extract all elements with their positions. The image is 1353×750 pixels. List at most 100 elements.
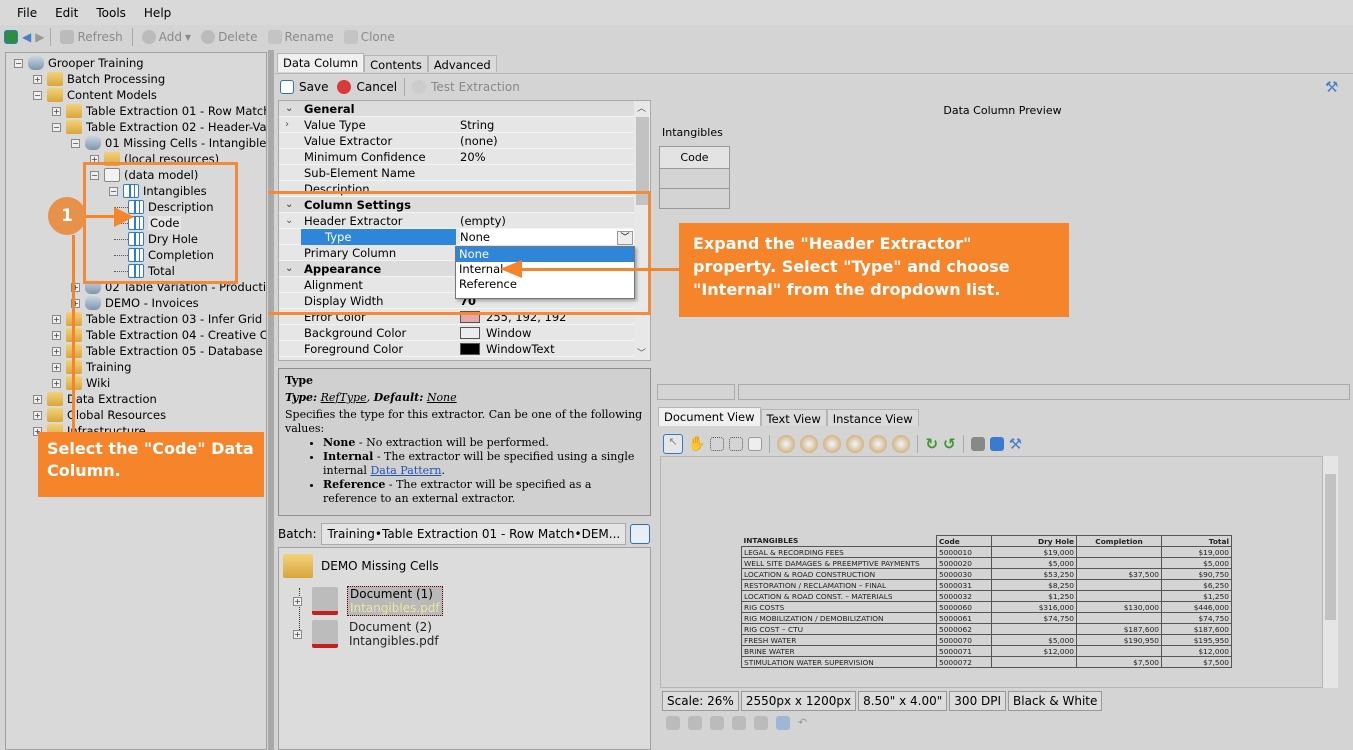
page-size-status: 8.50" x 4.00" [858,691,948,711]
batch-folder[interactable]: DEMO Missing Cells [283,554,439,578]
tab-advanced[interactable]: Advanced [427,55,497,72]
tree-node[interactable]: + Wiki [52,375,110,391]
property-row[interactable]: › Value Type String [279,117,634,133]
expand-caret-icon[interactable]: › [285,119,289,130]
property-value[interactable]: (none) [460,133,635,149]
menu-edit[interactable]: Edit [55,6,78,20]
tab-text-view[interactable]: Text View [760,409,827,426]
save-image-icon[interactable] [989,437,1004,451]
property-value[interactable]: 20% [460,149,635,165]
expand-icon[interactable]: + [33,394,42,404]
clone-button[interactable]: Clone [341,30,398,44]
tree-node[interactable]: + Training [52,359,131,375]
menu-file[interactable]: File [17,6,37,20]
fit-width-icon[interactable] [869,435,888,453]
menu-tools[interactable]: Tools [96,6,126,20]
tree-node[interactable]: + DEMO - Invoices [71,295,199,311]
back-icon[interactable]: ◀ [22,30,31,44]
expand-icon[interactable]: + [52,106,61,116]
image-tool-4-icon[interactable] [732,716,746,730]
data-pattern-link[interactable]: Data Pattern [370,464,441,477]
print-icon[interactable] [970,437,985,451]
tab-instance-view[interactable]: Instance View [826,409,919,426]
tree-node[interactable]: − Content Models [33,87,157,103]
reftype-link[interactable]: RefType [321,391,367,404]
test-extraction-button[interactable]: Test Extraction [431,80,520,94]
property-category[interactable]: ⌄ General [279,101,634,117]
tree-node[interactable]: + Global Resources [33,407,166,423]
property-value[interactable]: String [460,117,635,133]
expand-icon[interactable]: + [33,410,42,420]
zoom-page-icon[interactable] [748,437,763,451]
pan-icon[interactable]: ✋ [688,436,705,452]
tab-contents[interactable]: Contents [364,55,428,72]
rotate-right-icon[interactable]: ↻ [925,435,938,453]
collapse-icon[interactable]: − [14,58,23,68]
expand-icon[interactable]: + [52,378,61,388]
document-table-row: RIG COST – CTU 5000062 $187,600 $187,600 [741,623,1232,635]
tree-node[interactable]: + Batch Processing [33,71,165,87]
tree-node[interactable]: + Data Extraction [33,391,157,407]
image-tool-3-icon[interactable] [710,716,724,730]
tools-icon[interactable]: ⚒ [1325,78,1338,96]
navigate-icon[interactable] [4,30,18,44]
fit-page-icon[interactable] [846,435,865,453]
collapse-icon[interactable]: − [71,138,80,148]
zoom-in-icon[interactable] [777,435,796,453]
image-tool-2-icon[interactable] [688,716,702,730]
tab-document-view[interactable]: Document View [658,407,761,426]
default-link[interactable]: None [427,391,457,404]
tree-node-label: Table Extraction 05 - Database Export [86,344,266,358]
undo-icon[interactable]: ↶ [798,716,807,730]
expand-icon[interactable]: + [52,314,61,324]
property-value[interactable]: Window [460,325,635,341]
property-row[interactable]: Sub-Element Name [279,165,634,181]
zoom-out-icon[interactable] [800,435,819,453]
property-row[interactable]: Minimum Confidence 20% [279,149,634,165]
collapse-icon[interactable]: − [52,122,61,132]
tab-data-column[interactable]: Data Column [277,53,365,72]
rename-button[interactable]: Rename [265,30,337,44]
tree-node[interactable]: + Table Extraction 03 - Infer Grid [52,311,262,327]
select-region-icon[interactable] [710,437,725,451]
menu-help[interactable]: Help [144,6,171,20]
tree-node[interactable]: + Table Extraction 04 - Creative Cases [52,327,266,343]
batch-viewer-icon[interactable] [629,524,650,544]
image-tool-6-icon[interactable] [776,716,790,730]
crop-icon[interactable] [754,716,768,730]
rotate-left-icon[interactable]: ↺ [943,435,956,453]
expand-icon[interactable]: + [52,346,61,356]
collapse-icon[interactable]: − [33,90,42,100]
batch-document-1[interactable]: + Document (1) Intangibles.pdf [293,586,443,616]
save-button[interactable]: Save [299,80,328,94]
tree-node[interactable]: + Table Extraction 05 - Database Export [52,343,266,359]
collapse-caret-icon[interactable]: ⌄ [285,103,293,114]
cancel-button[interactable]: Cancel [356,80,397,94]
tree-node[interactable]: − Grooper Training [14,55,144,71]
document-scrollbar[interactable] [1323,456,1338,688]
tree-node[interactable]: + Table Extraction 01 - Row Match [52,103,266,119]
refresh-button[interactable]: Refresh [57,30,125,44]
forward-icon[interactable]: ▶ [35,30,44,44]
property-row[interactable]: Foreground Color WindowText [279,341,634,357]
property-value[interactable]: WindowText [460,341,635,357]
tree-node[interactable]: − 01 Missing Cells - Intangibles [71,135,266,151]
property-value[interactable] [460,165,635,181]
tree-node[interactable]: − Table Extraction 02 - Header-Value [52,119,266,135]
zoom-region-icon[interactable] [729,437,744,451]
expand-icon[interactable]: + [52,330,61,340]
settings-tools-icon[interactable]: ⚒ [1009,435,1022,453]
image-tool-1-icon[interactable] [666,716,680,730]
fit-height-icon[interactable] [892,435,911,453]
expand-icon[interactable]: + [52,362,61,372]
expand-icon[interactable]: + [33,74,42,84]
splitter[interactable] [268,50,274,750]
add-button[interactable]: Add ▾ [139,30,194,44]
delete-button[interactable]: Delete [198,30,260,44]
property-row[interactable]: Value Extractor (none) [279,133,634,149]
actual-size-icon[interactable] [823,435,842,453]
pointer-icon[interactable]: ↖ [663,434,683,454]
batch-document-2[interactable]: + Document (2) Intangibles.pdf [293,620,441,648]
property-row[interactable]: Background Color Window [279,325,634,341]
batch-combo[interactable]: Training•Table Extraction 01 - Row Match… [320,523,626,545]
